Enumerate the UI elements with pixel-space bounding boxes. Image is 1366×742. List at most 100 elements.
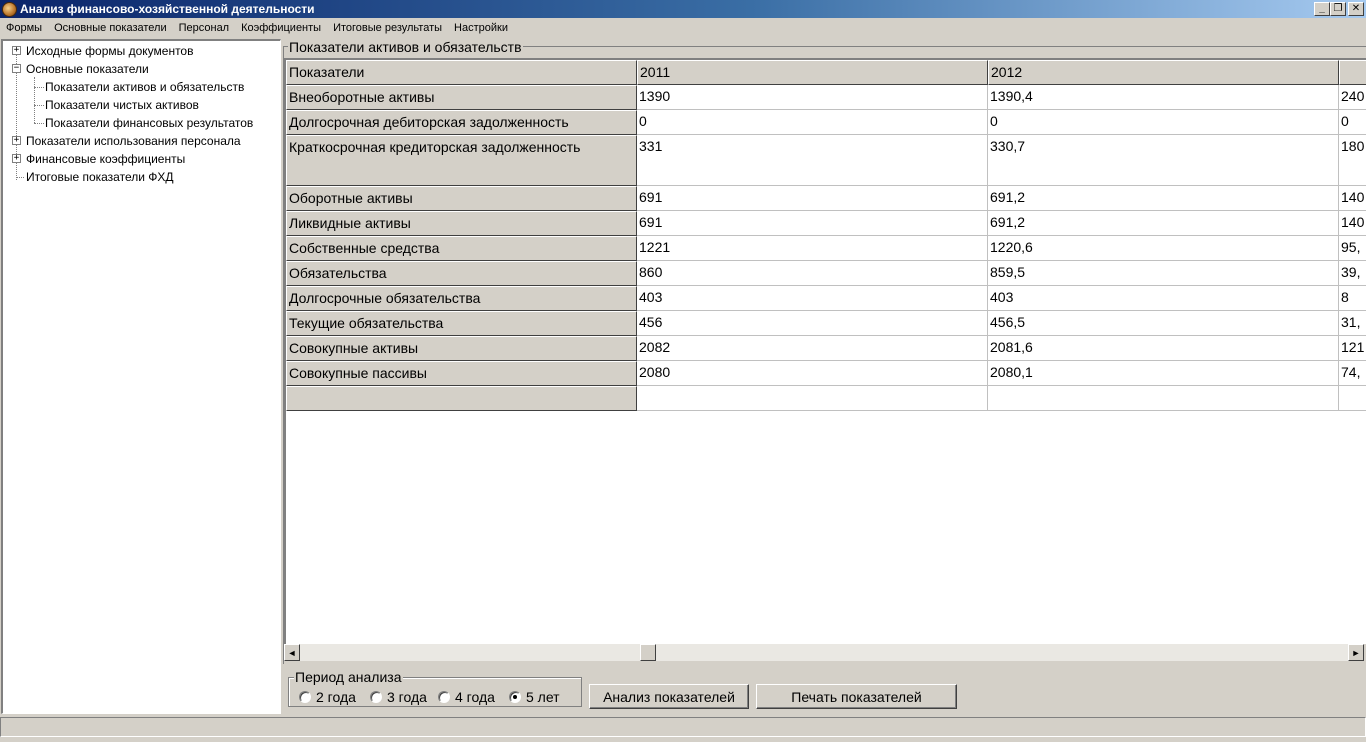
tree-item-assets-liabilities[interactable]: Показатели активов и обязательств [45, 78, 244, 96]
row-label: Оборотные активы [286, 186, 637, 211]
scroll-left-icon[interactable]: ◄ [284, 644, 300, 661]
table-cell[interactable]: 1390,4 [988, 85, 1339, 110]
table-cell[interactable]: 121 [1339, 336, 1366, 361]
radio-icon[interactable] [299, 691, 311, 703]
table-cell[interactable]: 403 [988, 286, 1339, 311]
table-row[interactable] [286, 386, 1366, 411]
table-cell[interactable]: 2082 [637, 336, 988, 361]
table-cell[interactable]: 140 [1339, 186, 1366, 211]
table-cell[interactable]: 2081,6 [988, 336, 1339, 361]
tree-item-source-forms[interactable]: Исходные формы документов [26, 42, 193, 60]
period-option-3[interactable]: 3 года [370, 689, 427, 705]
table-cell[interactable]: 691 [637, 211, 988, 236]
tree-expand-icon[interactable]: + [12, 136, 21, 145]
tree-item-final-indicators[interactable]: Итоговые показатели ФХД [26, 168, 174, 186]
scroll-right-icon[interactable]: ► [1348, 644, 1364, 661]
table-cell[interactable]: 330,7 [988, 135, 1339, 186]
table-cell[interactable]: 456 [637, 311, 988, 336]
table-cell[interactable]: 859,5 [988, 261, 1339, 286]
menu-coefficients[interactable]: Коэффициенты [235, 18, 327, 38]
table-row[interactable]: Долгосрочные обязательства 403 403 8 [286, 286, 1366, 311]
table-cell[interactable] [988, 386, 1339, 411]
header-cell-2012[interactable]: 2012 [988, 60, 1339, 85]
radio-checked-icon[interactable] [509, 691, 521, 703]
close-button[interactable]: ✕ [1348, 2, 1364, 16]
table-cell[interactable]: 1221 [637, 236, 988, 261]
header-cell-2011[interactable]: 2011 [637, 60, 988, 85]
table-cell[interactable]: 860 [637, 261, 988, 286]
table-cell[interactable] [1339, 386, 1366, 411]
title-bar: Анализ финансово-хозяйственной деятельно… [0, 0, 1366, 18]
table-cell[interactable] [637, 386, 988, 411]
table-row[interactable]: Оборотные активы 691 691,2 140 [286, 186, 1366, 211]
table-cell[interactable]: 39, [1339, 261, 1366, 286]
restore-button[interactable]: ❐ [1330, 2, 1346, 16]
table-cell[interactable]: 331 [637, 135, 988, 186]
table-row[interactable]: Долгосрочная дебиторская задолженность 0… [286, 110, 1366, 135]
tree-item-net-assets[interactable]: Показатели чистых активов [45, 96, 199, 114]
tree-item-personnel-usage[interactable]: Показатели использования персонала [26, 132, 241, 150]
table-cell[interactable]: 140 [1339, 211, 1366, 236]
table-cell[interactable]: 691,2 [988, 186, 1339, 211]
header-cell-next[interactable] [1339, 60, 1366, 85]
table-cell[interactable]: 691 [637, 186, 988, 211]
table-cell[interactable]: 0 [637, 110, 988, 135]
table-cell[interactable]: 95, [1339, 236, 1366, 261]
table-cell[interactable]: 1220,6 [988, 236, 1339, 261]
table-cell[interactable]: 0 [988, 110, 1339, 135]
table-row[interactable]: Текущие обязательства 456 456,5 31, [286, 311, 1366, 336]
table-cell[interactable]: 0 [1339, 110, 1366, 135]
table-row[interactable]: Краткосрочная кредиторская задолженность… [286, 135, 1366, 186]
table-cell[interactable]: 691,2 [988, 211, 1339, 236]
minimize-button[interactable]: _ [1314, 2, 1330, 16]
app-logo-icon [2, 1, 17, 17]
table-cell[interactable]: 180 [1339, 135, 1366, 186]
table-cell[interactable]: 240 [1339, 85, 1366, 110]
indicators-grid[interactable]: Показатели 2011 2012 Внеоборотные активы… [284, 58, 1366, 644]
tree-item-financial-results[interactable]: Показатели финансовых результатов [45, 114, 253, 132]
table-cell[interactable]: 74, [1339, 361, 1366, 386]
navigation-tree[interactable]: + Исходные формы документов − Основные п… [1, 39, 281, 714]
table-cell[interactable]: 2080,1 [988, 361, 1339, 386]
radio-icon[interactable] [438, 691, 450, 703]
period-option-2[interactable]: 2 года [299, 689, 356, 705]
tree-expand-icon[interactable]: + [12, 46, 21, 55]
table-cell[interactable]: 403 [637, 286, 988, 311]
tree-expand-icon[interactable]: + [12, 154, 21, 163]
print-button[interactable]: Печать показателей [756, 684, 957, 709]
table-cell[interactable]: 1390 [637, 85, 988, 110]
row-label: Внеоборотные активы [286, 85, 637, 110]
scroll-thumb[interactable] [640, 644, 656, 661]
horizontal-scrollbar[interactable]: ◄ ► [284, 644, 1364, 661]
table-row[interactable]: Собственные средства 1221 1220,6 95, [286, 236, 1366, 261]
period-option-4[interactable]: 4 года [438, 689, 495, 705]
window-controls: _ ❐ ✕ [1314, 2, 1364, 16]
table-row[interactable]: Совокупные активы 2082 2081,6 121 [286, 336, 1366, 361]
table-row[interactable]: Обязательства 860 859,5 39, [286, 261, 1366, 286]
header-cell-indicators[interactable]: Показатели [286, 60, 637, 85]
menu-forms[interactable]: Формы [0, 18, 48, 38]
tree-collapse-icon[interactable]: − [12, 64, 21, 73]
analyze-button[interactable]: Анализ показателей [589, 684, 749, 709]
menu-personnel[interactable]: Персонал [173, 18, 236, 38]
menu-main-indicators[interactable]: Основные показатели [48, 18, 173, 38]
period-option-5[interactable]: 5 лет [509, 689, 560, 705]
table-cell[interactable]: 31, [1339, 311, 1366, 336]
tree-connector [34, 77, 35, 123]
tree-item-main-indicators[interactable]: Основные показатели [26, 60, 149, 78]
radio-icon[interactable] [370, 691, 382, 703]
tree-connector [34, 87, 44, 88]
table-row[interactable]: Внеоборотные активы 1390 1390,4 240 [286, 85, 1366, 110]
tree-item-financial-coefficients[interactable]: Финансовые коэффициенты [26, 150, 185, 168]
table-cell[interactable]: 8 [1339, 286, 1366, 311]
menu-settings[interactable]: Настройки [448, 18, 514, 38]
radio-label: 4 года [455, 689, 495, 705]
radio-label: 5 лет [526, 689, 560, 705]
period-title: Период анализа [294, 669, 403, 685]
table-row[interactable]: Ликвидные активы 691 691,2 140 [286, 211, 1366, 236]
row-label: Совокупные активы [286, 336, 637, 361]
menu-results[interactable]: Итоговые результаты [327, 18, 448, 38]
table-cell[interactable]: 456,5 [988, 311, 1339, 336]
table-cell[interactable]: 2080 [637, 361, 988, 386]
table-row[interactable]: Совокупные пассивы 2080 2080,1 74, [286, 361, 1366, 386]
